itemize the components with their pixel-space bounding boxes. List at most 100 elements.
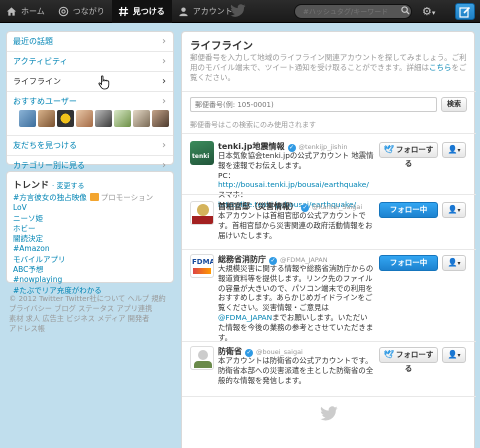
search-input[interactable]	[294, 4, 412, 19]
trend-item[interactable]: ホビー	[13, 224, 167, 234]
footer-line[interactable]: 素材 求人 広告主 ビジネス メディア 開発者	[9, 314, 169, 324]
nav-account-label: アカウント	[192, 7, 233, 16]
avatar[interactable]: tenki	[190, 141, 214, 165]
user-actions-button[interactable]: 👤▾	[442, 347, 466, 363]
account-handle: @tenkijp_jishin	[298, 143, 348, 151]
trend-item[interactable]: モバイルアプリ	[13, 255, 167, 265]
gear-icon: ⚙	[422, 5, 432, 18]
house-icon	[6, 6, 17, 17]
avatar[interactable]	[190, 201, 214, 225]
nav-discover-label: 見つける	[132, 7, 165, 16]
nav-connect-label: つながり	[72, 7, 105, 16]
trends-title: トレンド	[13, 181, 50, 191]
account-handle: @bouei_saigai	[256, 348, 303, 356]
sidebar-item-recent-topics[interactable]: 最近の話題 ›	[7, 32, 173, 52]
user-actions-button[interactable]: 👤▾	[442, 255, 466, 271]
search-icon[interactable]	[401, 6, 410, 15]
bio-link[interactable]: http://bousai.tenki.jp/bousai/earthquake…	[218, 180, 369, 189]
follow-button[interactable]: 🕊 フォローする	[379, 347, 438, 373]
sidebar-item-label: ライフライン	[13, 77, 61, 86]
divider	[182, 133, 476, 134]
promoted-label: プロモーション	[100, 193, 154, 202]
nav-discover[interactable]: 見つける	[111, 0, 172, 23]
follow-button-label: フォローする	[395, 350, 434, 373]
following-button[interactable]: フォロー中	[379, 202, 438, 218]
sidebar-item-label: おすすめユーザー	[13, 97, 77, 106]
sidebar-item-find-friends[interactable]: 友だちを見つける ›	[7, 136, 173, 156]
chevron-right-icon: ›	[162, 140, 166, 151]
chevron-right-icon: ›	[162, 76, 166, 87]
bio-text: 日本気象協会tenki.jpの公式アカウント 地震情報を速報でお伝えします。	[218, 151, 374, 170]
trends-change-link[interactable]: · 変更する	[52, 182, 84, 190]
promoted-icon	[89, 193, 99, 201]
trend-item[interactable]: #Amazon	[13, 244, 167, 254]
account-handle: @FDMA_JAPAN	[280, 256, 328, 264]
trends-list: #方言彼女の独占映像 プロモーション LoV ニーソ姫 ホビー 闇読決定 #Ama…	[13, 193, 167, 296]
trend-item[interactable]: 闇読決定	[13, 234, 167, 244]
nav-home-label: ホーム	[21, 7, 45, 16]
bird-icon: 🕊	[383, 145, 394, 154]
bio-text: 大規模災害に関する情報や総務省消防庁からの報道資料等を提供します。リンク先のファ…	[218, 264, 374, 313]
divider	[182, 341, 476, 342]
avatar[interactable]	[95, 110, 112, 127]
trend-item[interactable]: #nowplaying	[13, 275, 167, 285]
zip-code-input[interactable]	[190, 97, 437, 112]
account-row-kantei: 首相官邸（災害情報） ✓ @Kantei_Saigai 本アカウントは首相官邸の公式…	[182, 201, 476, 249]
bio-link[interactable]: @FDMA_JAPAN	[218, 313, 272, 322]
settings-menu[interactable]: ⚙▾	[422, 5, 440, 18]
follow-button[interactable]: 🕊 フォローする	[379, 142, 438, 168]
trend-item[interactable]: LoV	[13, 203, 167, 213]
sidebar-item-lifeline[interactable]: ライフライン ›	[7, 72, 173, 92]
trend-item[interactable]: ニーソ姫	[13, 214, 167, 224]
following-button[interactable]: フォロー中	[379, 255, 438, 271]
account-bio: 大規模災害に関する情報や総務省消防庁からの報道資料等を提供します。リンク先のファ…	[218, 264, 374, 342]
user-actions-button[interactable]: 👤▾	[442, 142, 466, 158]
chevron-down-icon: ▾	[457, 260, 461, 267]
footer-line[interactable]: アドレス帳	[9, 324, 169, 334]
suggested-avatars	[13, 110, 173, 127]
account-name-text: 総務省消防庁	[218, 255, 266, 264]
compose-icon	[459, 6, 471, 18]
footer-line[interactable]: © 2012 Twitter Twitter社について ヘルプ 規約	[9, 294, 169, 304]
details-link[interactable]: こちら	[429, 63, 452, 72]
avatar[interactable]	[133, 110, 150, 127]
avatar[interactable]	[38, 110, 55, 127]
avatar[interactable]	[114, 110, 131, 127]
follow-button-label: フォロー中	[389, 258, 428, 267]
lifeline-panel: ライフライン 郵便番号を入力して地域のライフライン関連アカウントを探してみましょ…	[181, 31, 476, 448]
footer-links: © 2012 Twitter Twitter社について ヘルプ 規約 プライバシ…	[9, 294, 169, 334]
account-row-bouei: 防衛省 ✓ @bouei_saigai 本アカウントは防衛省の公式アカウントです。防…	[182, 346, 476, 396]
top-bar: ホーム つながり 見つける アカウント ⚙▾	[0, 0, 480, 23]
divider	[182, 396, 476, 397]
chevron-down-icon: ▾	[457, 352, 461, 359]
divider	[182, 194, 476, 195]
person-icon: 👤	[447, 258, 458, 267]
user-actions-button[interactable]: 👤▾	[442, 202, 466, 218]
account-name-text: 首相官邸（災害情報）	[218, 202, 298, 211]
avatar[interactable]: FDMA	[190, 254, 214, 278]
hash-icon	[118, 6, 129, 17]
divider	[182, 91, 476, 92]
nav-connect[interactable]: つながり	[52, 0, 112, 23]
chevron-right-icon: ›	[162, 96, 166, 107]
avatar[interactable]	[190, 346, 214, 370]
person-icon: 👤	[447, 350, 458, 359]
zip-search-button[interactable]: 検索	[441, 97, 467, 112]
avatar[interactable]	[57, 110, 74, 127]
at-icon	[58, 6, 69, 17]
sidebar-item-activity[interactable]: アクティビティ ›	[7, 52, 173, 72]
compose-tweet-button[interactable]	[455, 3, 475, 20]
person-icon	[178, 6, 189, 17]
sidebar-item-suggested-users[interactable]: おすすめユーザー ›	[7, 92, 173, 136]
bio-text: PC：	[218, 170, 236, 180]
avatar[interactable]	[76, 110, 93, 127]
footer-line[interactable]: プライバシー ブログ ステータス アプリ連携	[9, 304, 169, 314]
twitter-bird-logo[interactable]	[230, 4, 246, 18]
trend-item[interactable]: ABC予想	[13, 265, 167, 275]
account-bio: 本アカウントは首相官邸の公式アカウントです。首相官邸から災害関連の政府活動情報を…	[218, 211, 373, 240]
page-title: ライフライン	[190, 40, 253, 52]
trend-item[interactable]: #方言彼女の独占映像 プロモーション	[13, 193, 167, 203]
avatar[interactable]	[152, 110, 169, 127]
nav-home[interactable]: ホーム	[0, 0, 52, 23]
avatar[interactable]	[19, 110, 36, 127]
